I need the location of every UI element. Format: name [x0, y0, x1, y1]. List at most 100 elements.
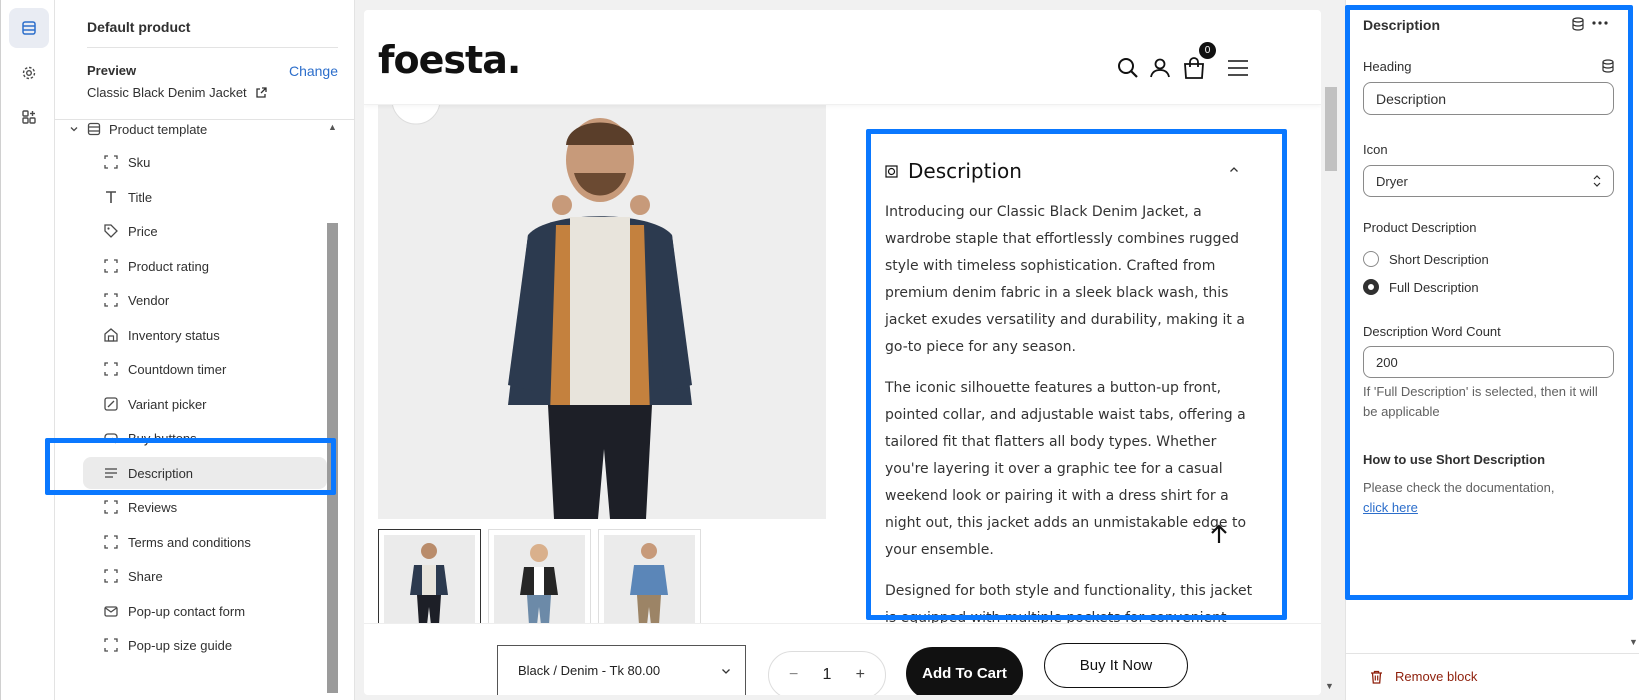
buy-button-icon: [104, 431, 118, 445]
block-icon: [104, 293, 118, 307]
block-item-label: Inventory status: [128, 327, 220, 343]
database-icon[interactable]: [1602, 59, 1614, 73]
thumbnail-photo: [384, 535, 475, 626]
inventory-icon: [104, 328, 118, 342]
block-item-title[interactable]: Title: [104, 181, 349, 213]
block-item-share[interactable]: Share: [104, 560, 349, 592]
block-item-variant-picker[interactable]: Variant picker: [104, 388, 349, 420]
left-panel-scrollbar[interactable]: [327, 223, 338, 693]
documentation-link[interactable]: click here: [1363, 498, 1623, 518]
settings-scroll-down[interactable]: ▼: [1629, 637, 1638, 647]
block-item-vendor[interactable]: Vendor: [104, 284, 349, 316]
apps-rail-button[interactable]: [9, 97, 49, 137]
block-icon: [104, 535, 118, 549]
change-preview-link[interactable]: Change: [289, 63, 338, 79]
block-item-pop-up-size-guide[interactable]: Pop-up size guide: [104, 629, 349, 661]
block-item-inventory-status[interactable]: Inventory status: [104, 319, 349, 351]
quantity-increase-button[interactable]: +: [856, 666, 865, 684]
preview-scroll-down[interactable]: ▼: [1325, 681, 1334, 691]
heading-input[interactable]: Description: [1363, 82, 1614, 115]
block-item-buy-buttons[interactable]: Buy buttons: [104, 422, 349, 454]
sections-rail-button[interactable]: [9, 8, 49, 48]
more-options-icon[interactable]: [1592, 21, 1608, 25]
description-paragraph: Introducing our Classic Black Denim Jack…: [885, 204, 1245, 355]
block-item-label: Terms and conditions: [128, 534, 251, 550]
preview-scrollbar[interactable]: [1325, 87, 1337, 171]
block-item-label: Variant picker: [128, 396, 207, 412]
settings-rail-button[interactable]: [9, 53, 49, 93]
full-description-radio[interactable]: Full Description: [1363, 279, 1479, 295]
settings-title: Description: [1363, 17, 1441, 33]
store-logo[interactable]: foesta.: [378, 38, 521, 82]
scroll-up-arrow[interactable]: ▲: [328, 122, 337, 132]
block-item-product-rating[interactable]: Product rating: [104, 250, 349, 282]
sticky-add-to-cart-bar: Black / Denim - Tk 80.00 − 1 + Add To Ca…: [364, 623, 1321, 695]
cart-icon[interactable]: [1182, 56, 1206, 80]
search-icon[interactable]: [1116, 56, 1140, 80]
add-to-cart-button[interactable]: Add To Cart: [906, 647, 1023, 695]
product-template-row[interactable]: Product template: [69, 119, 207, 139]
word-count-input[interactable]: 200: [1363, 346, 1614, 378]
block-item-label: Title: [128, 189, 153, 205]
radio-circle-selected: [1363, 279, 1379, 295]
thumbnail-photo: [604, 535, 695, 626]
variant-select-value: Black / Denim - Tk 80.00: [518, 663, 661, 678]
variant-select[interactable]: Black / Denim - Tk 80.00: [497, 645, 746, 695]
menu-icon[interactable]: [1226, 56, 1250, 80]
block-item-reviews[interactable]: Reviews: [104, 491, 349, 523]
icon-label: Icon: [1363, 142, 1388, 157]
product-thumbnail[interactable]: [488, 529, 591, 632]
block-item-label: Buy buttons: [128, 430, 197, 446]
radio-circle: [1363, 251, 1379, 267]
gear-icon: [22, 66, 36, 80]
quantity-value[interactable]: 1: [823, 666, 832, 684]
block-item-price[interactable]: Price: [104, 215, 349, 247]
short-description-radio[interactable]: Short Description: [1363, 251, 1489, 267]
account-icon[interactable]: [1148, 56, 1172, 80]
icon-select[interactable]: Dryer: [1363, 165, 1614, 197]
block-item-label: Share: [128, 568, 163, 584]
icon-select-value: Dryer: [1376, 173, 1408, 189]
variant-icon: [104, 397, 118, 411]
app-rail: [0, 0, 55, 700]
product-thumbnail[interactable]: [378, 529, 481, 632]
panel-title: Default product: [87, 19, 191, 35]
block-item-label: Reviews: [128, 499, 178, 515]
block-item-sku[interactable]: Sku: [104, 146, 349, 178]
description-accordion-header[interactable]: Description: [885, 159, 1022, 183]
block-item-countdown-timer[interactable]: Countdown timer: [104, 353, 349, 385]
apps-icon: [22, 110, 36, 124]
chevron-down-icon: [722, 669, 730, 674]
database-icon[interactable]: [1572, 17, 1584, 31]
scroll-to-top-icon[interactable]: [1210, 524, 1228, 544]
heading-label: Heading: [1363, 59, 1412, 74]
section-tree-panel: Default product Preview Change Classic B…: [55, 0, 355, 700]
block-item-label: Vendor: [128, 292, 170, 308]
cart-count-badge: 0: [1199, 42, 1216, 59]
chevron-up-icon[interactable]: [1229, 165, 1239, 175]
template-label: Product template: [109, 121, 208, 137]
block-settings-panel: Description Heading Description Icon Dry…: [1345, 0, 1639, 700]
block-icon: [104, 569, 118, 583]
block-item-label: Sku: [128, 154, 151, 170]
dryer-icon: [885, 164, 898, 178]
block-item-terms-and-conditions[interactable]: Terms and conditions: [104, 526, 349, 558]
block-item-pop-up-contact-form[interactable]: Pop-up contact form: [104, 595, 349, 627]
product-thumbnail[interactable]: [598, 529, 701, 632]
block-item-description[interactable]: Description: [83, 457, 327, 489]
preview-product[interactable]: Classic Black Denim Jacket: [87, 85, 267, 100]
product-main-image[interactable]: [378, 105, 826, 519]
template-icon: [87, 122, 101, 136]
remove-block-button[interactable]: Remove block: [1370, 669, 1477, 684]
buy-it-now-button[interactable]: Buy It Now: [1044, 643, 1188, 688]
select-arrows-icon: [1593, 175, 1601, 187]
block-item-label: Product rating: [128, 258, 209, 274]
remove-block-label: Remove block: [1395, 669, 1478, 684]
description-block-preview[interactable]: Description Introducing our Classic Blac…: [867, 135, 1261, 695]
chevron-down-icon: [70, 127, 78, 132]
quantity-decrease-button[interactable]: −: [789, 666, 798, 684]
divider: [1346, 653, 1639, 654]
block-icon: [104, 155, 118, 169]
radio-label: Short Description: [1389, 251, 1489, 267]
product-photo: [378, 105, 826, 519]
